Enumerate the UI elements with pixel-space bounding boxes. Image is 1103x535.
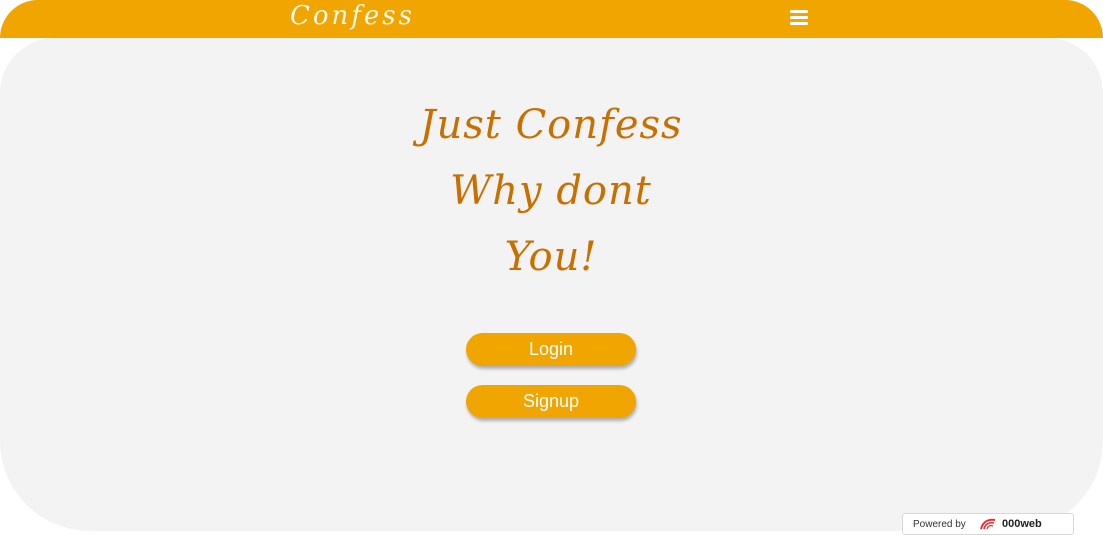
hero-line-2: Why dont [450,168,652,214]
hero-line-3: You! [504,234,598,280]
powered-by-brand: 000web [1002,518,1042,530]
top-navbar: Confess [0,0,1103,38]
menu-bar-line [790,10,808,13]
brand-logo-text[interactable]: Confess [290,0,415,32]
000webhost-logo-icon [980,518,996,530]
login-button[interactable]: Login [466,333,636,366]
menu-bar-line [790,22,808,25]
hero-line-1: Just Confess [419,102,683,148]
menu-bar-line [790,16,808,19]
hero-heading: Just Confess Why dont You! [351,92,751,290]
hamburger-menu-icon[interactable] [790,10,808,26]
powered-by-badge[interactable]: Powered by 000web [902,513,1074,535]
signup-button[interactable]: Signup [466,385,636,418]
powered-by-label: Powered by [913,519,966,530]
